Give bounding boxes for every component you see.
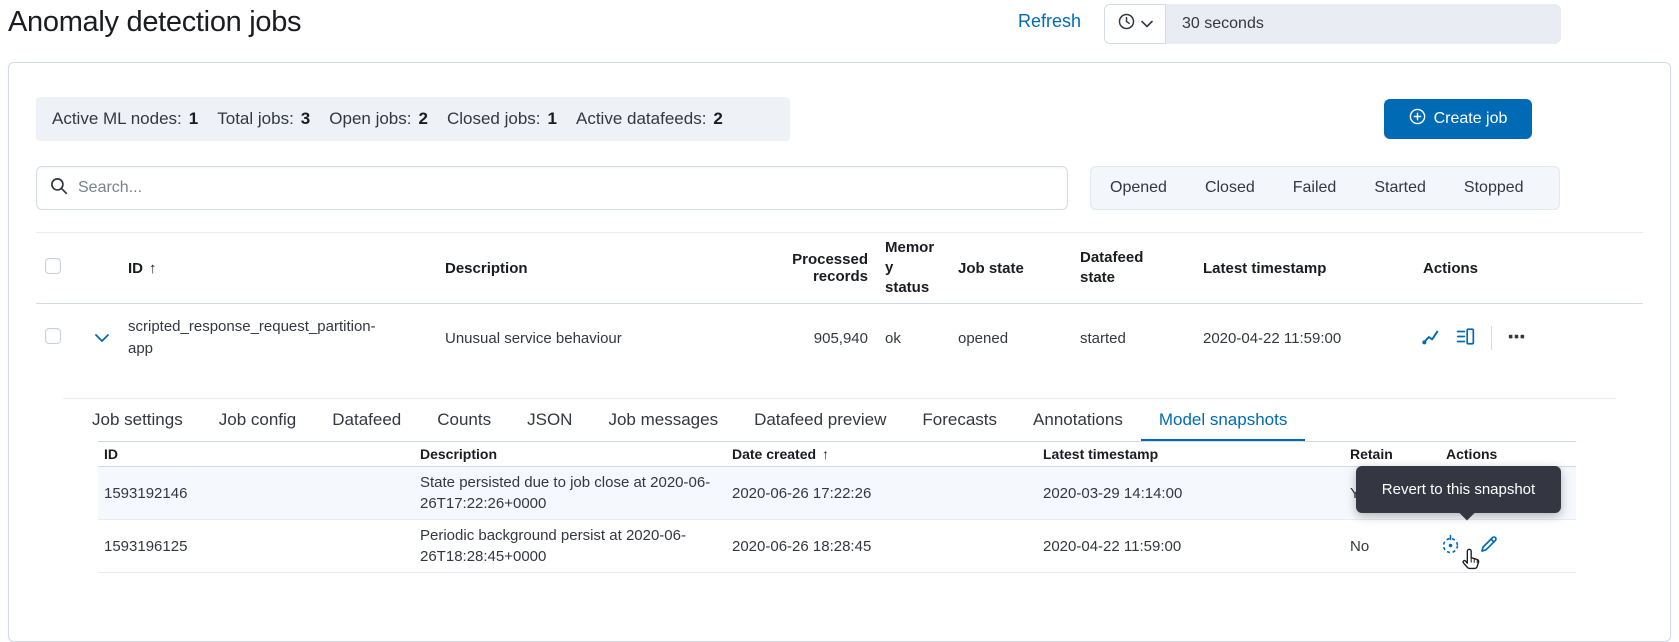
stat-active-ml-nodes: Active ML nodes:1: [52, 109, 198, 129]
refresh-interval-value: 30 seconds: [1182, 15, 1264, 33]
stats-row: Active ML nodes:1 Total jobs:3 Open jobs…: [36, 97, 1643, 141]
snapshot-actions: [1440, 534, 1610, 558]
snapshot-description: State persisted due to job close at 2020…: [414, 467, 726, 519]
job-processed-records: 905,940: [740, 330, 877, 347]
filter-group: Opened Closed Failed Started Stopped Gro…: [1090, 166, 1560, 210]
snapshot-row: 1593192146 State persisted due to job cl…: [98, 467, 1576, 520]
tab-job-messages[interactable]: Job messages: [590, 399, 736, 441]
col-snapshot-latest-timestamp[interactable]: Latest timestamp: [1037, 446, 1344, 462]
jobs-table-header: ID↑ Description Processed records Memory…: [36, 232, 1643, 304]
tab-job-settings[interactable]: Job settings: [74, 399, 201, 441]
results-table-icon: [1456, 327, 1475, 349]
job-description: Unusual service behaviour: [445, 330, 740, 347]
tab-forecasts[interactable]: Forecasts: [904, 399, 1015, 441]
tab-job-config[interactable]: Job config: [201, 399, 315, 441]
job-stats-bar: Active ML nodes:1 Total jobs:3 Open jobs…: [36, 97, 790, 141]
tab-counts[interactable]: Counts: [419, 399, 509, 441]
stat-open-jobs: Open jobs:2: [329, 109, 428, 129]
top-bar: Anomaly detection jobs Refresh 30 second…: [0, 0, 1679, 56]
refresh-interval-field[interactable]: 30 seconds: [1166, 4, 1561, 44]
col-snapshot-description[interactable]: Description: [414, 446, 726, 462]
col-description[interactable]: Description: [445, 260, 740, 277]
collapse-row-button[interactable]: [90, 327, 114, 350]
search-icon: [50, 177, 68, 200]
job-latest-timestamp: 2020-04-22 11:59:00: [1195, 330, 1415, 347]
snapshot-latest-timestamp: 2020-03-29 14:14:00: [1037, 485, 1344, 502]
job-row: scripted_response_request_partition-app …: [36, 304, 1643, 372]
more-actions-button[interactable]: [1508, 328, 1525, 348]
snapshot-description: Periodic background persist at 2020-06-2…: [414, 520, 726, 572]
tab-json[interactable]: JSON: [509, 399, 590, 441]
sort-ascending-icon: ↑: [149, 260, 157, 277]
snapshot-retain: No: [1344, 538, 1440, 555]
auto-refresh-picker: 30 seconds: [1104, 4, 1561, 44]
col-latest-timestamp[interactable]: Latest timestamp: [1195, 260, 1415, 277]
tab-annotations[interactable]: Annotations: [1015, 399, 1141, 441]
search-input[interactable]: [78, 179, 1054, 197]
tab-datafeed-preview[interactable]: Datafeed preview: [736, 399, 904, 441]
quick-select-button[interactable]: [1104, 4, 1166, 44]
filter-opened[interactable]: Opened: [1091, 167, 1186, 209]
view-in-single-metric-viewer-button[interactable]: [1421, 327, 1440, 349]
revert-snapshot-button[interactable]: [1440, 534, 1461, 558]
col-datafeed-state[interactable]: Datafeed state: [1080, 248, 1195, 288]
filter-failed[interactable]: Failed: [1274, 167, 1356, 209]
chevron-down-icon: [1141, 15, 1153, 33]
search-row: Opened Closed Failed Started Stopped Gro…: [36, 166, 1560, 210]
job-actions: [1415, 326, 1643, 350]
col-actions: Actions: [1415, 260, 1643, 277]
stat-total-jobs: Total jobs:3: [217, 109, 310, 129]
filter-closed[interactable]: Closed: [1186, 167, 1274, 209]
col-snapshot-id[interactable]: ID: [98, 446, 414, 462]
job-detail-tabs: Job settings Job config Datafeed Counts …: [63, 399, 1616, 441]
snapshots-table-header: ID Description Date created↑ Latest time…: [98, 441, 1576, 467]
filter-started[interactable]: Started: [1355, 167, 1445, 209]
clock-icon: [1118, 13, 1135, 35]
snapshot-date-created: 2020-06-26 18:28:45: [726, 538, 1037, 555]
job-state: opened: [958, 330, 1080, 347]
snapshot-row: 1593196125 Periodic background persist a…: [98, 520, 1576, 573]
snapshot-id: 1593192146: [98, 485, 414, 502]
revert-target-icon: [1440, 534, 1461, 558]
filter-stopped[interactable]: Stopped: [1445, 167, 1543, 209]
col-retain[interactable]: Retain: [1344, 446, 1440, 462]
col-memory-status[interactable]: Memory status: [877, 238, 958, 298]
col-date-created[interactable]: Date created↑: [726, 446, 1037, 462]
jobs-panel: Active ML nodes:1 Total jobs:3 Open jobs…: [8, 62, 1671, 642]
stat-closed-jobs: Closed jobs:1: [447, 109, 557, 129]
model-snapshots-table: ID Description Date created↑ Latest time…: [98, 441, 1576, 573]
job-memory-status: ok: [877, 330, 958, 347]
job-datafeed-state: started: [1080, 330, 1195, 347]
actions-divider: [1491, 326, 1492, 350]
plus-circle-icon: [1409, 108, 1426, 130]
line-chart-icon: [1421, 327, 1440, 349]
col-job-state[interactable]: Job state: [958, 260, 1080, 277]
search-box: [36, 166, 1068, 210]
chevron-down-icon: [94, 331, 110, 346]
create-job-button[interactable]: Create job: [1384, 99, 1532, 139]
col-snapshot-actions: Actions: [1440, 446, 1609, 462]
snapshot-id: 1593196125: [98, 538, 414, 555]
snapshot-latest-timestamp: 2020-04-22 11:59:00: [1037, 538, 1344, 555]
tab-datafeed[interactable]: Datafeed: [314, 399, 419, 441]
edit-snapshot-button[interactable]: [1479, 535, 1498, 557]
stat-active-datafeeds: Active datafeeds:2: [576, 109, 723, 129]
tab-model-snapshots[interactable]: Model snapshots: [1141, 399, 1306, 441]
row-checkbox[interactable]: [45, 328, 61, 344]
group-dropdown[interactable]: Group: [1543, 167, 1560, 209]
view-in-anomaly-explorer-button[interactable]: [1456, 327, 1475, 349]
pencil-icon: [1479, 535, 1498, 557]
refresh-button[interactable]: Refresh: [1018, 11, 1081, 32]
jobs-table: ID↑ Description Processed records Memory…: [36, 232, 1643, 573]
select-all-checkbox[interactable]: [45, 258, 61, 274]
sort-ascending-icon: ↑: [822, 446, 829, 462]
col-processed-records[interactable]: Processed records: [740, 251, 877, 285]
page-title: Anomaly detection jobs: [8, 6, 301, 39]
more-horizontal-icon: [1508, 328, 1525, 348]
job-id: scripted_response_request_partition-app: [128, 316, 390, 360]
col-id[interactable]: ID↑: [128, 260, 445, 277]
snapshot-date-created: 2020-06-26 17:22:26: [726, 485, 1037, 502]
revert-snapshot-tooltip: Revert to this snapshot: [1356, 466, 1561, 513]
